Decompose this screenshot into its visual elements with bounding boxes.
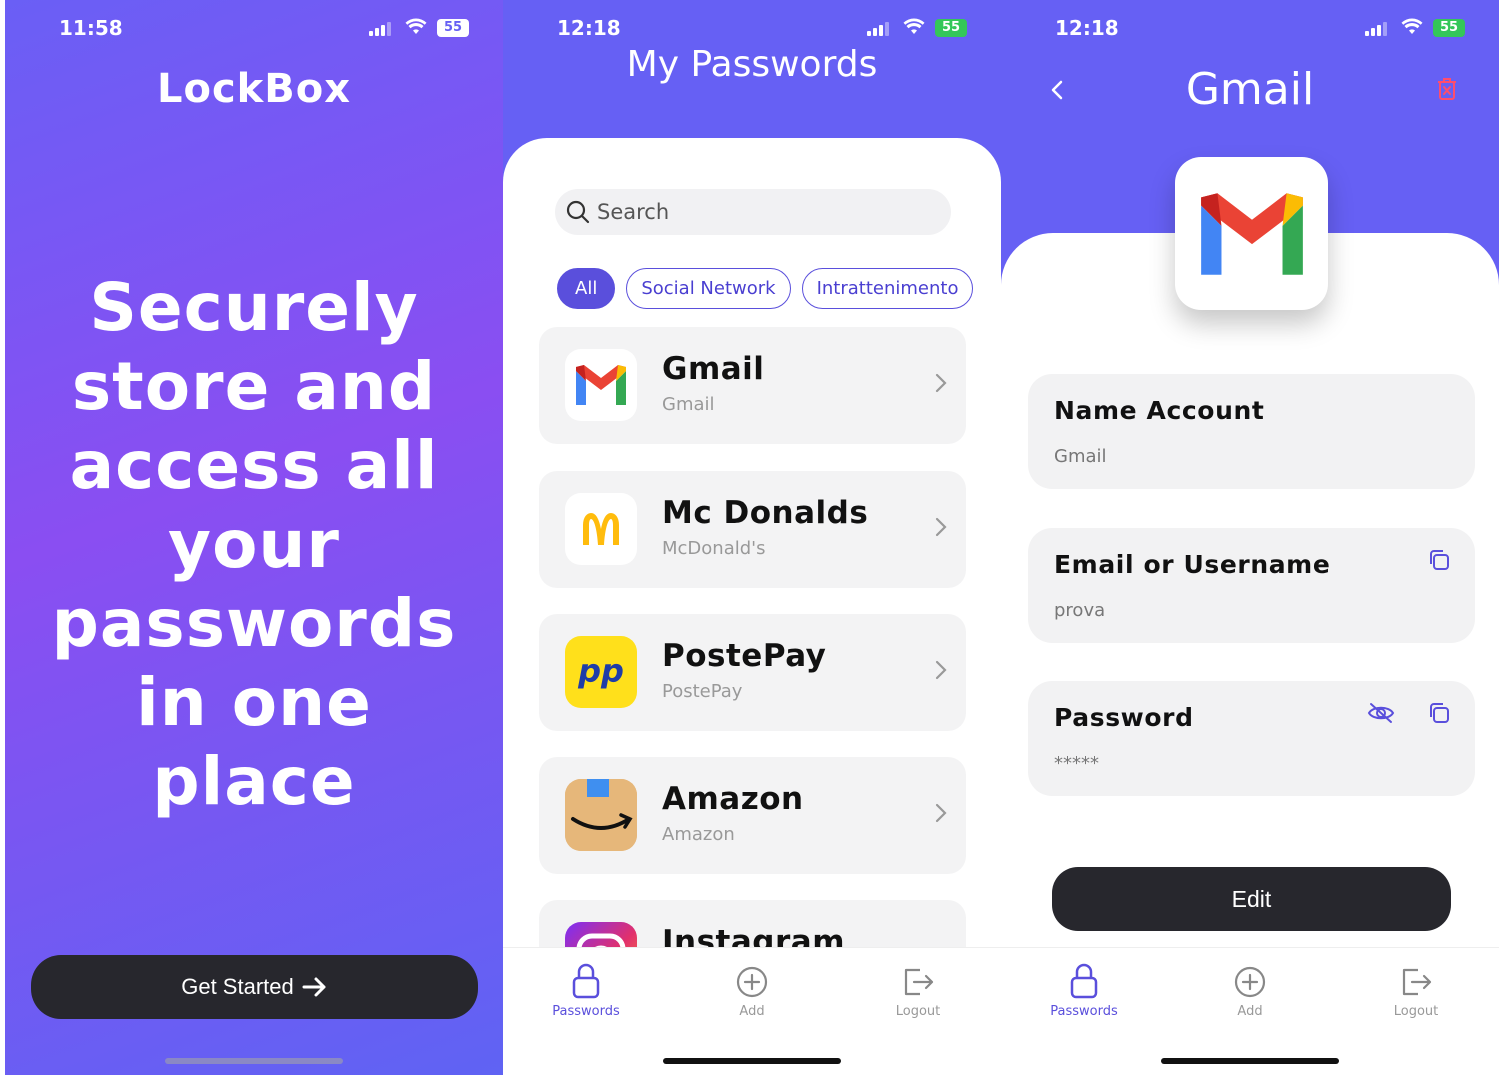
- arrow-right-icon: [302, 977, 326, 997]
- search-input[interactable]: [597, 200, 917, 224]
- field-label: Name Account: [1054, 396, 1265, 425]
- status-time: 12:18: [1055, 16, 1119, 40]
- tab-logout[interactable]: Logout: [863, 962, 973, 1019]
- list-item-gmail[interactable]: Gmail Gmail: [539, 327, 966, 444]
- postepay-logo-icon: pp: [565, 636, 637, 708]
- lock-icon: [572, 963, 600, 999]
- field-label: Email or Username: [1054, 550, 1331, 579]
- item-subtitle: Gmail: [662, 394, 715, 415]
- mcdonalds-logo-icon: [565, 493, 637, 565]
- search-icon: [566, 200, 590, 224]
- item-subtitle: McDonald's: [662, 538, 766, 559]
- search-bar[interactable]: [555, 189, 951, 235]
- list-item-postepay[interactable]: pp PostePay PostePay: [539, 614, 966, 731]
- edit-button[interactable]: Edit: [1052, 867, 1451, 931]
- item-name: Gmail: [662, 351, 765, 387]
- tab-logout[interactable]: Logout: [1361, 962, 1471, 1019]
- wifi-icon: [405, 18, 427, 34]
- status-bar: 11:58 55: [5, 16, 503, 40]
- tab-label: Add: [739, 1004, 765, 1019]
- tab-add[interactable]: Add: [697, 962, 807, 1019]
- page-title: Gmail: [1185, 64, 1315, 115]
- status-time: 11:58: [59, 16, 123, 40]
- item-subtitle: Amazon: [662, 824, 735, 845]
- status-bar: 12:18 55: [1001, 16, 1499, 40]
- item-name: Instagram: [662, 924, 845, 947]
- welcome-headline: Securely store and access all your passw…: [51, 269, 457, 820]
- battery-icon: 55: [437, 19, 469, 37]
- filter-chip-all[interactable]: All: [557, 268, 616, 309]
- gmail-logo-icon: [565, 349, 637, 421]
- status-time: 12:18: [557, 16, 621, 40]
- lock-icon: [1070, 963, 1098, 999]
- chevron-right-icon: [935, 660, 947, 680]
- logout-icon: [1402, 968, 1432, 996]
- plus-circle-icon: [1234, 966, 1266, 998]
- tab-label: Passwords: [552, 1004, 620, 1019]
- copy-icon[interactable]: [1427, 701, 1451, 725]
- status-bar: 12:18 55: [503, 16, 1001, 40]
- chevron-right-icon: [935, 373, 947, 393]
- svg-text:pp: pp: [577, 652, 624, 690]
- item-name: PostePay: [662, 638, 827, 674]
- tab-passwords[interactable]: Passwords: [1029, 962, 1139, 1019]
- password-list: Gmail Gmail Mc Donalds McDonald's pp Pos…: [539, 327, 966, 947]
- email-username-field: Email or Username prova: [1028, 528, 1475, 643]
- home-indicator: [1161, 1058, 1339, 1064]
- field-value: Gmail: [1054, 446, 1107, 467]
- page-title: My Passwords: [626, 44, 878, 85]
- tab-label: Logout: [895, 1004, 941, 1019]
- battery-icon: 55: [935, 19, 967, 37]
- home-indicator: [165, 1058, 343, 1064]
- field-value: *****: [1054, 753, 1099, 774]
- filter-chip-social-network[interactable]: Social Network: [626, 268, 791, 309]
- eye-slash-icon[interactable]: [1367, 701, 1395, 725]
- item-name: Amazon: [662, 781, 804, 817]
- app-brand: LockBox: [156, 66, 352, 112]
- wifi-icon: [1401, 18, 1423, 34]
- home-indicator: [663, 1058, 841, 1064]
- password-detail-screen: 12:18 55 Gmail Name Account Gmail Email …: [1001, 0, 1499, 1075]
- get-started-label: Get Started: [181, 974, 294, 999]
- list-item-mcdonalds[interactable]: Mc Donalds McDonald's: [539, 471, 966, 588]
- trash-icon[interactable]: [1435, 76, 1459, 102]
- plus-circle-icon: [736, 966, 768, 998]
- logout-icon: [904, 968, 934, 996]
- tab-add[interactable]: Add: [1195, 962, 1305, 1019]
- wifi-icon: [903, 18, 925, 34]
- amazon-logo-icon: [565, 779, 637, 851]
- chevron-right-icon: [935, 803, 947, 823]
- tab-label: Add: [1237, 1004, 1263, 1019]
- welcome-screen: 11:58 55 LockBox Securely store and acce…: [5, 0, 503, 1075]
- tab-label: Logout: [1393, 1004, 1439, 1019]
- name-account-field: Name Account Gmail: [1028, 374, 1475, 489]
- password-list-screen: 12:18 55 My Passwords All Social Network…: [503, 0, 1001, 1075]
- gmail-logo-icon: [1175, 157, 1328, 310]
- filter-chips: All Social Network Intrattenimento: [557, 268, 974, 309]
- list-item-instagram[interactable]: Instagram: [539, 900, 966, 947]
- get-started-button[interactable]: Get Started: [31, 955, 478, 1019]
- signal-icon: [1365, 22, 1389, 36]
- signal-icon: [369, 22, 393, 36]
- tab-bar: Passwords Add Logout: [503, 947, 1001, 1075]
- instagram-logo-icon: [565, 922, 637, 947]
- item-subtitle: PostePay: [662, 681, 743, 702]
- filter-chip-intrattenimento[interactable]: Intrattenimento: [801, 268, 974, 309]
- field-label: Password: [1054, 703, 1194, 732]
- item-name: Mc Donalds: [662, 495, 869, 531]
- password-field: Password *****: [1028, 681, 1475, 796]
- chevron-right-icon: [935, 517, 947, 537]
- tab-passwords[interactable]: Passwords: [531, 962, 641, 1019]
- battery-icon: 55: [1433, 19, 1465, 37]
- tab-bar: Passwords Add Logout: [1001, 947, 1499, 1075]
- list-item-amazon[interactable]: Amazon Amazon: [539, 757, 966, 874]
- signal-icon: [867, 22, 891, 36]
- copy-icon[interactable]: [1427, 548, 1451, 572]
- field-value: prova: [1054, 600, 1106, 621]
- tab-label: Passwords: [1050, 1004, 1118, 1019]
